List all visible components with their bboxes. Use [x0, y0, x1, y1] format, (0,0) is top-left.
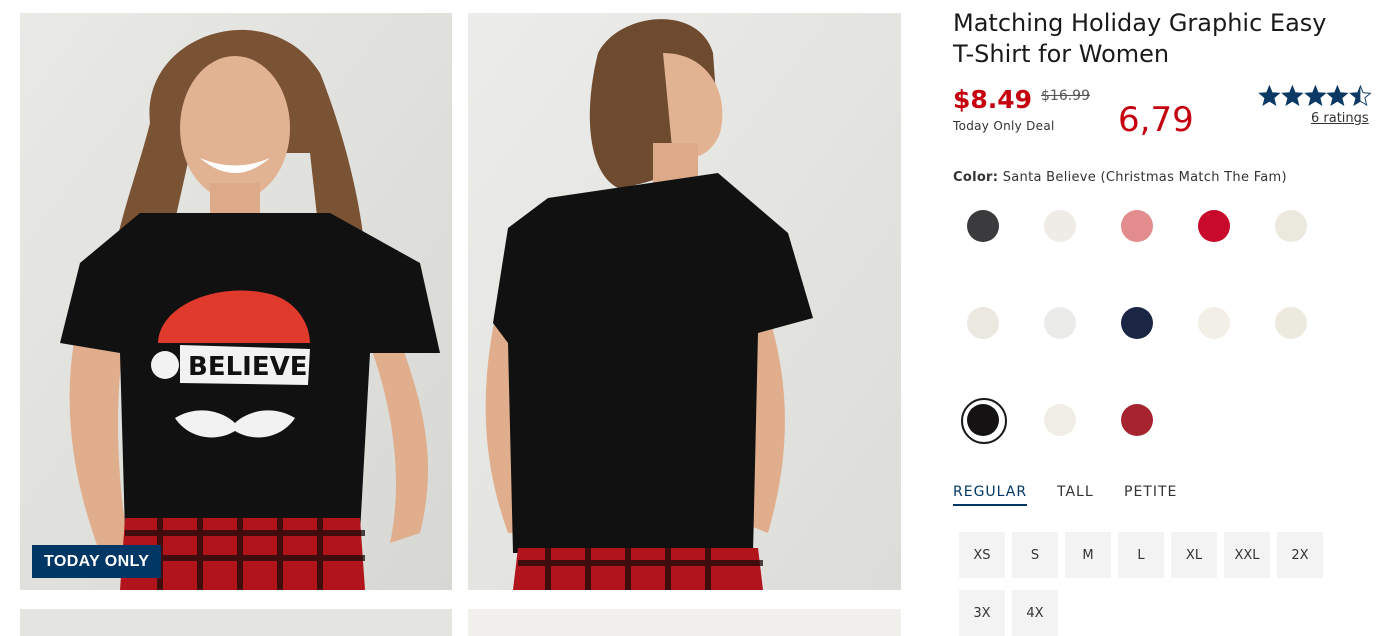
- color-swatch[interactable]: [967, 307, 999, 339]
- color-swatch[interactable]: [1044, 210, 1076, 242]
- color-swatch[interactable]: [967, 210, 999, 242]
- star-icon: [1349, 84, 1372, 107]
- size-button-s[interactable]: S: [1012, 532, 1058, 578]
- star-icon: [1326, 84, 1349, 107]
- product-photo-4[interactable]: [468, 609, 901, 636]
- color-swatch[interactable]: [1121, 404, 1153, 436]
- color-swatch[interactable]: [1121, 210, 1153, 242]
- color-swatch[interactable]: [1121, 307, 1153, 339]
- color-swatch[interactable]: [1198, 307, 1230, 339]
- fit-tab-regular[interactable]: REGULAR: [953, 484, 1028, 506]
- product-photo-front[interactable]: BELIEVE TODAY ONLY: [20, 13, 452, 590]
- color-swatch[interactable]: [1275, 210, 1307, 242]
- color-swatch[interactable]: [1044, 404, 1076, 436]
- deal-label: Today Only Deal: [953, 119, 1055, 133]
- selected-color-name: Santa Believe (Christmas Match The Fam): [1002, 170, 1287, 185]
- front-photo-image: BELIEVE: [20, 13, 452, 590]
- product-title-line2: T-Shirt for Women: [953, 40, 1170, 68]
- size-button-m[interactable]: M: [1065, 532, 1111, 578]
- product-title-line1: Matching Holiday Graphic Easy: [953, 9, 1327, 37]
- back-photo-image: [468, 13, 901, 590]
- size-button-xxl[interactable]: XXL: [1224, 532, 1270, 578]
- color-swatch[interactable]: [1275, 307, 1307, 339]
- fit-tab-petite[interactable]: PETITE: [1124, 484, 1177, 504]
- star-icon: [1281, 84, 1304, 107]
- size-button-4x[interactable]: 4X: [1012, 590, 1058, 636]
- color-swatch[interactable]: [1044, 307, 1076, 339]
- color-swatch[interactable]: [961, 398, 1007, 444]
- color-selection-label: Color: Santa Believe (Christmas Match Th…: [953, 170, 1287, 185]
- star-icon: [1258, 84, 1281, 107]
- today-only-badge: TODAY ONLY: [32, 545, 162, 578]
- size-button-xl[interactable]: XL: [1171, 532, 1217, 578]
- ratings-link[interactable]: 6 ratings: [1311, 111, 1369, 126]
- product-photo-back[interactable]: [468, 13, 901, 590]
- size-button-xs[interactable]: XS: [959, 532, 1005, 578]
- star-rating[interactable]: [1258, 84, 1372, 108]
- color-swatch[interactable]: [1198, 210, 1230, 242]
- size-button-3x[interactable]: 3X: [959, 590, 1005, 636]
- product-photo-3[interactable]: [20, 609, 452, 636]
- shirt-print-text: BELIEVE: [188, 352, 307, 382]
- size-button-l[interactable]: L: [1118, 532, 1164, 578]
- original-price: $16.99: [1041, 88, 1090, 104]
- sale-price: $8.49: [953, 85, 1033, 114]
- overlay-price: 6,79: [1118, 100, 1194, 140]
- star-icon: [1303, 84, 1327, 107]
- fit-tab-tall[interactable]: TALL: [1057, 484, 1094, 504]
- color-label: Color:: [953, 170, 999, 185]
- product-title: Matching Holiday Graphic Easy T-Shirt fo…: [953, 8, 1373, 70]
- size-button-2x[interactable]: 2X: [1277, 532, 1323, 578]
